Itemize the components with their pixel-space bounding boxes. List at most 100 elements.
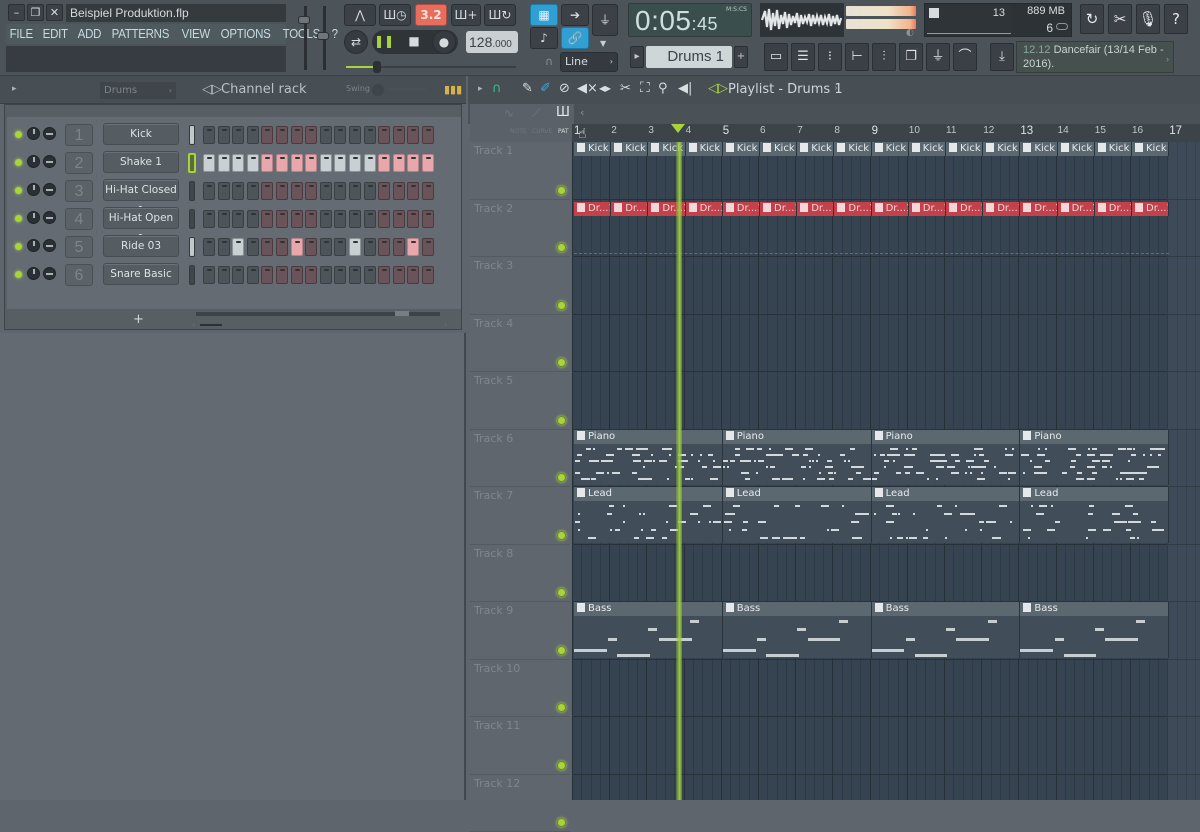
step-button[interactable] xyxy=(407,182,419,200)
clip-header[interactable]: Dr...1 xyxy=(946,202,982,216)
scroll-right-icon[interactable]: › xyxy=(444,320,447,329)
pattern-song-toggle[interactable]: ⇄ xyxy=(344,30,368,54)
scroll-left-icon[interactable]: ‹ xyxy=(580,106,584,119)
step-button[interactable] xyxy=(247,210,259,228)
clip-header[interactable]: Bass xyxy=(1020,602,1168,616)
project-picker-button[interactable]: ❐ xyxy=(899,43,923,71)
track-header[interactable]: Track 5 xyxy=(470,372,570,430)
wait-input-button[interactable]: Ш◷ xyxy=(379,4,411,26)
filter-note-label[interactable]: NOTE xyxy=(510,128,527,135)
pattern-clip[interactable]: Dr...1 xyxy=(834,202,871,216)
mute-tool-icon[interactable]: ◀× xyxy=(577,81,598,96)
channel-select-toggle[interactable] xyxy=(189,237,195,257)
step-button[interactable] xyxy=(218,210,230,228)
step-button[interactable] xyxy=(407,210,419,228)
step-button[interactable] xyxy=(203,126,215,144)
link-button[interactable]: 🔗 xyxy=(561,27,589,49)
step-button[interactable] xyxy=(334,182,346,200)
pattern-clip[interactable]: Kick xyxy=(723,142,760,156)
pattern-clip[interactable]: Dr...1 xyxy=(611,202,648,216)
download-button[interactable]: ⤓ xyxy=(990,43,1014,71)
menu-file[interactable]: FILE xyxy=(6,27,37,41)
channel-volume-knob[interactable] xyxy=(43,155,56,168)
track-lane[interactable] xyxy=(572,775,1200,801)
clip-header[interactable]: Dr...1 xyxy=(611,202,647,216)
channel-mute-led[interactable] xyxy=(15,131,22,138)
pattern-clip[interactable]: Kick xyxy=(872,142,909,156)
step-button[interactable] xyxy=(261,238,273,256)
step-button[interactable] xyxy=(334,238,346,256)
track-mute-led[interactable] xyxy=(557,186,566,195)
pattern-clip[interactable]: Kick xyxy=(909,142,946,156)
main-volume-slider[interactable] xyxy=(346,61,516,73)
step-button[interactable] xyxy=(334,266,346,284)
delete-tool-icon[interactable]: ⊘ xyxy=(559,81,570,96)
step-button[interactable] xyxy=(422,238,434,256)
step-button[interactable] xyxy=(320,154,332,172)
step-button[interactable] xyxy=(247,238,259,256)
step-button[interactable] xyxy=(393,182,405,200)
graph-editor-icon[interactable]: ▮▮▮ xyxy=(444,83,462,96)
channel-name-button[interactable]: Shake 1 xyxy=(103,151,179,173)
step-button[interactable] xyxy=(203,182,215,200)
clip-header[interactable]: Kick xyxy=(1095,142,1131,156)
clip-header[interactable]: Dr...1 xyxy=(797,202,833,216)
track-lane[interactable] xyxy=(572,660,1200,718)
clip-header[interactable]: Dr...1 xyxy=(686,202,722,216)
pattern-clip[interactable]: Lead xyxy=(872,487,1021,543)
pattern-clip[interactable]: Kick xyxy=(1132,142,1169,156)
step-button[interactable] xyxy=(378,154,390,172)
step-button[interactable] xyxy=(407,126,419,144)
step-button[interactable] xyxy=(334,126,346,144)
clip-header[interactable]: Kick xyxy=(872,142,908,156)
tempo-field[interactable]: 128.000 xyxy=(466,31,518,53)
pattern-clip[interactable]: Kick xyxy=(686,142,723,156)
step-button[interactable] xyxy=(320,126,332,144)
step-button[interactable] xyxy=(218,154,230,172)
clip-header[interactable]: Kick xyxy=(1132,142,1168,156)
step-button[interactable] xyxy=(276,154,288,172)
channel-mixer-track[interactable]: 6 xyxy=(65,264,93,286)
blend-notes-button[interactable]: ♪ xyxy=(530,27,558,49)
track-header[interactable]: Track 8 xyxy=(470,545,570,603)
track-mute-led[interactable] xyxy=(557,358,566,367)
step-button[interactable] xyxy=(422,210,434,228)
clip-header[interactable]: Dr...1 xyxy=(983,202,1019,216)
clip-header[interactable]: Kick xyxy=(1020,142,1056,156)
master-pitch-knob[interactable] xyxy=(317,32,329,40)
track-mute-led[interactable] xyxy=(557,761,566,770)
track-lane[interactable] xyxy=(572,717,1200,775)
clip-header[interactable]: Dr...1 xyxy=(1132,202,1168,216)
track-header[interactable]: Track 7 xyxy=(470,487,570,545)
step-button[interactable] xyxy=(218,182,230,200)
pattern-clip[interactable]: Kick xyxy=(760,142,797,156)
track-mute-led[interactable] xyxy=(557,416,566,425)
track-lane[interactable] xyxy=(572,545,1200,603)
clip-header[interactable]: Dr...1 xyxy=(1020,202,1056,216)
step-button[interactable] xyxy=(422,182,434,200)
step-button[interactable] xyxy=(291,154,303,172)
step-button[interactable] xyxy=(247,266,259,284)
pattern-clip[interactable]: Dr...1 xyxy=(797,202,834,216)
restore-button[interactable]: ❐ xyxy=(27,4,44,21)
step-button[interactable] xyxy=(276,126,288,144)
slip-tool-icon[interactable]: ◂▸ xyxy=(599,81,611,95)
clip-header[interactable]: Dr...1 xyxy=(1095,202,1131,216)
channel-volume-knob[interactable] xyxy=(43,239,56,252)
pencil-tool-icon[interactable]: ✎ xyxy=(522,81,533,96)
undo-history-button[interactable]: ↻ xyxy=(1080,4,1104,34)
clip-header[interactable]: Kick xyxy=(611,142,647,156)
step-button[interactable] xyxy=(218,126,230,144)
pattern-clip[interactable]: Kick xyxy=(983,142,1020,156)
step-button[interactable] xyxy=(364,182,376,200)
step-button[interactable] xyxy=(261,182,273,200)
menu-add[interactable]: ADD xyxy=(74,27,105,41)
track-header[interactable]: Track 10 xyxy=(470,660,570,718)
step-button[interactable] xyxy=(407,154,419,172)
pattern-clip[interactable]: Dr...1 xyxy=(1020,202,1057,216)
step-button[interactable] xyxy=(276,182,288,200)
pattern-clip[interactable]: Kick xyxy=(797,142,834,156)
pattern-clip[interactable]: Piano xyxy=(872,430,1021,486)
countdown-button[interactable]: 3.2 xyxy=(415,4,447,26)
clip-header[interactable]: Dr...1 xyxy=(574,202,610,216)
